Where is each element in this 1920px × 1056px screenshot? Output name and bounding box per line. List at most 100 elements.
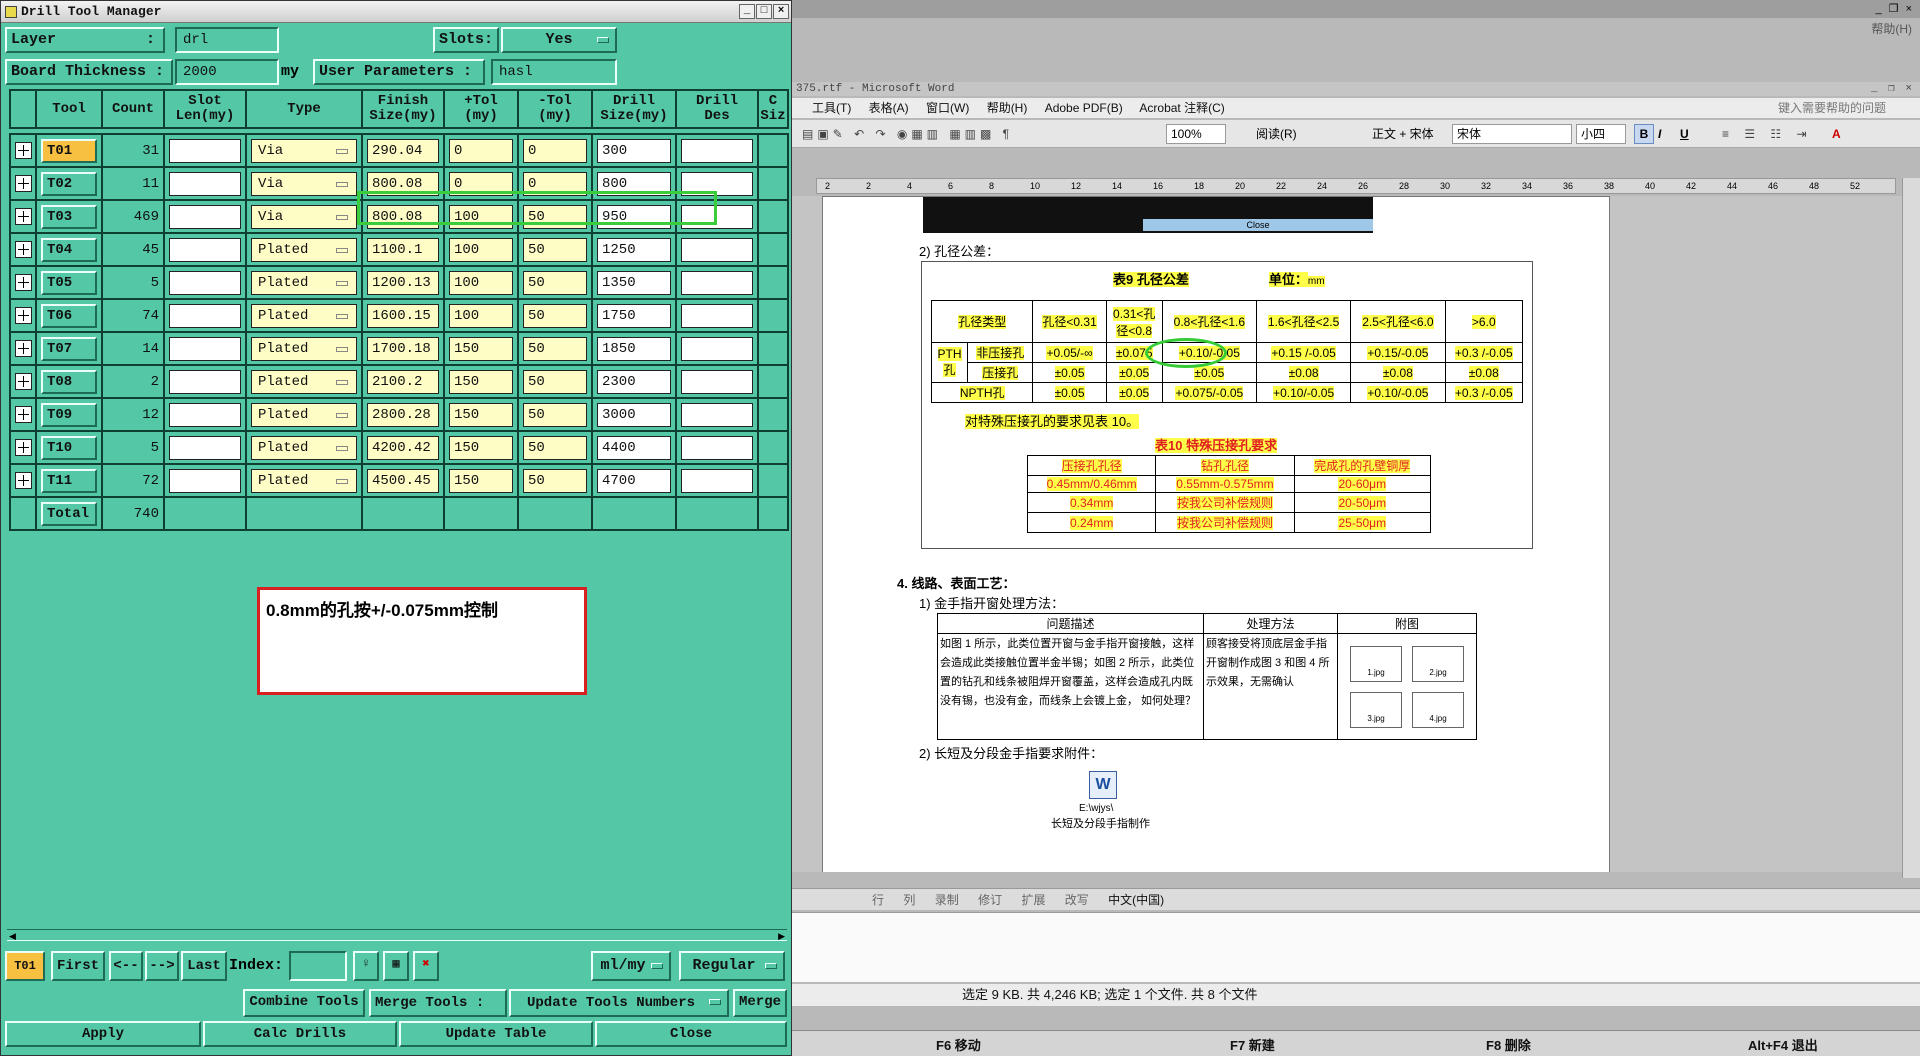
f6-move[interactable]: F6 移动 [936, 1035, 981, 1054]
tool-button[interactable]: T07 [41, 336, 97, 361]
slot-len-input[interactable] [169, 171, 241, 196]
expand-icon[interactable] [14, 274, 32, 291]
drill-size-input[interactable]: 4400 [597, 435, 671, 460]
drill-des-input[interactable] [681, 270, 753, 295]
zoom-select[interactable]: 100% [1166, 124, 1226, 144]
drill-size-input[interactable]: 2300 [597, 369, 671, 394]
slot-len-input[interactable] [169, 204, 241, 229]
type-select[interactable]: Plated [251, 303, 357, 328]
plus-tol-input[interactable]: 100 [449, 270, 513, 295]
plus-tol-input[interactable]: 150 [449, 435, 513, 460]
type-select[interactable]: Plated [251, 237, 357, 262]
expand-icon[interactable] [14, 175, 32, 192]
finish-size-input[interactable]: 4200.42 [367, 435, 439, 460]
type-select[interactable]: Via [251, 138, 357, 163]
drill-size-input[interactable]: 1350 [597, 270, 671, 295]
expand-icon[interactable] [14, 439, 32, 456]
slots-select[interactable]: Yes [501, 27, 617, 53]
last-button[interactable]: Last [181, 951, 227, 981]
thickness-field[interactable]: 2000 [175, 59, 279, 85]
expand-icon[interactable] [14, 340, 32, 357]
minus-tol-input[interactable]: 50 [523, 237, 587, 262]
paragraph-icons[interactable]: ≡ ☰ ☷ ⇥ [1722, 120, 1813, 148]
minus-tol-input[interactable]: 50 [523, 468, 587, 493]
tool-button[interactable]: T03 [41, 204, 97, 229]
slot-len-input[interactable] [169, 237, 241, 262]
expand-icon[interactable] [14, 241, 32, 258]
slot-len-input[interactable] [169, 369, 241, 394]
finish-size-input[interactable]: 1700.18 [367, 336, 439, 361]
image-icon[interactable]: 4.jpg [1412, 691, 1464, 728]
drill-size-input[interactable]: 300 [597, 138, 671, 163]
alt-f4-exit[interactable]: Alt+F4 退出 [1748, 1035, 1818, 1054]
type-select[interactable]: Plated [251, 270, 357, 295]
slot-len-input[interactable] [169, 303, 241, 328]
type-select[interactable]: Via [251, 171, 357, 196]
minimize-button[interactable]: _ [739, 4, 755, 19]
finish-size-input[interactable]: 2100.2 [367, 369, 439, 394]
slot-len-input[interactable] [169, 336, 241, 361]
slot-len-input[interactable] [169, 435, 241, 460]
drill-size-input[interactable]: 4700 [597, 468, 671, 493]
tool-button[interactable]: T09 [41, 402, 97, 427]
finish-size-input[interactable]: 290.04 [367, 138, 439, 163]
type-select[interactable]: Plated [251, 369, 357, 394]
word-window-buttons[interactable]: _ ❐ × [1871, 82, 1914, 96]
menu-adobe-pdf[interactable]: Adobe PDF(B) [1045, 101, 1123, 115]
merge-button[interactable]: Merge [733, 989, 787, 1017]
bold-button[interactable]: B [1634, 124, 1654, 144]
finish-size-input[interactable]: 4500.45 [367, 468, 439, 493]
plus-tol-input[interactable]: 100 [449, 303, 513, 328]
expand-icon[interactable] [14, 373, 32, 390]
type-select[interactable]: Plated [251, 336, 357, 361]
next-button[interactable]: --> [145, 951, 179, 981]
finish-size-input[interactable]: 1200.13 [367, 270, 439, 295]
calc-drills-button[interactable]: Calc Drills [203, 1021, 397, 1047]
expand-icon[interactable] [14, 208, 32, 225]
slot-len-input[interactable] [169, 468, 241, 493]
plus-tol-input[interactable]: 100 [449, 237, 513, 262]
plus-tol-input[interactable]: 150 [449, 468, 513, 493]
finish-size-input[interactable]: 2800.28 [367, 402, 439, 427]
drill-size-input[interactable]: 3000 [597, 402, 671, 427]
minus-tol-input[interactable]: 50 [523, 369, 587, 394]
h-scrollbar[interactable]: ◀ ▶ [7, 929, 787, 941]
style-select[interactable]: 正文 + 宋体 [1372, 120, 1434, 148]
tool-button[interactable]: T08 [41, 369, 97, 394]
scroll-right-icon[interactable]: ▶ [778, 931, 785, 942]
outer-window-buttons[interactable]: _ ❐ × [1875, 2, 1914, 15]
tool-button[interactable]: T05 [41, 270, 97, 295]
delete-icon-button[interactable]: ✖ [413, 951, 439, 981]
type-select[interactable]: Plated [251, 435, 357, 460]
drill-size-input[interactable]: 1850 [597, 336, 671, 361]
type-select[interactable]: Plated [251, 402, 357, 427]
f7-new[interactable]: F7 新建 [1230, 1035, 1275, 1054]
minus-tol-input[interactable]: 50 [523, 435, 587, 460]
tool-button[interactable]: T04 [41, 237, 97, 262]
tool-button[interactable]: T10 [41, 435, 97, 460]
scroll-left-icon[interactable]: ◀ [9, 931, 16, 942]
menu-tools[interactable]: 工具(T) [812, 101, 851, 115]
type-select[interactable]: Plated [251, 468, 357, 493]
finish-size-input[interactable]: 1600.15 [367, 303, 439, 328]
font-select[interactable]: 宋体 [1452, 124, 1572, 144]
image-icon[interactable]: 2.jpg [1412, 645, 1464, 682]
italic-button[interactable]: I [1658, 120, 1661, 148]
drill-des-input[interactable] [681, 237, 753, 262]
apply-button[interactable]: Apply [5, 1021, 201, 1047]
tool-button[interactable]: T06 [41, 303, 97, 328]
drill-des-input[interactable] [681, 303, 753, 328]
first-button[interactable]: First [51, 951, 105, 981]
combine-tools-button[interactable]: Combine Tools [243, 989, 365, 1017]
mode-select[interactable]: Regular [679, 951, 785, 981]
bulb-icon-button[interactable]: ♀ [353, 951, 379, 981]
help-search-input[interactable]: 键入需要帮助的问题 [1778, 98, 1886, 118]
plus-tol-input[interactable]: 150 [449, 336, 513, 361]
minus-tol-input[interactable]: 50 [523, 336, 587, 361]
menu-table[interactable]: 表格(A) [869, 101, 909, 115]
minus-tol-input[interactable]: 50 [523, 303, 587, 328]
minus-tol-input[interactable]: 50 [523, 270, 587, 295]
layer-field[interactable]: drl [175, 27, 279, 53]
drill-des-input[interactable] [681, 369, 753, 394]
minus-tol-input[interactable]: 0 [523, 138, 587, 163]
